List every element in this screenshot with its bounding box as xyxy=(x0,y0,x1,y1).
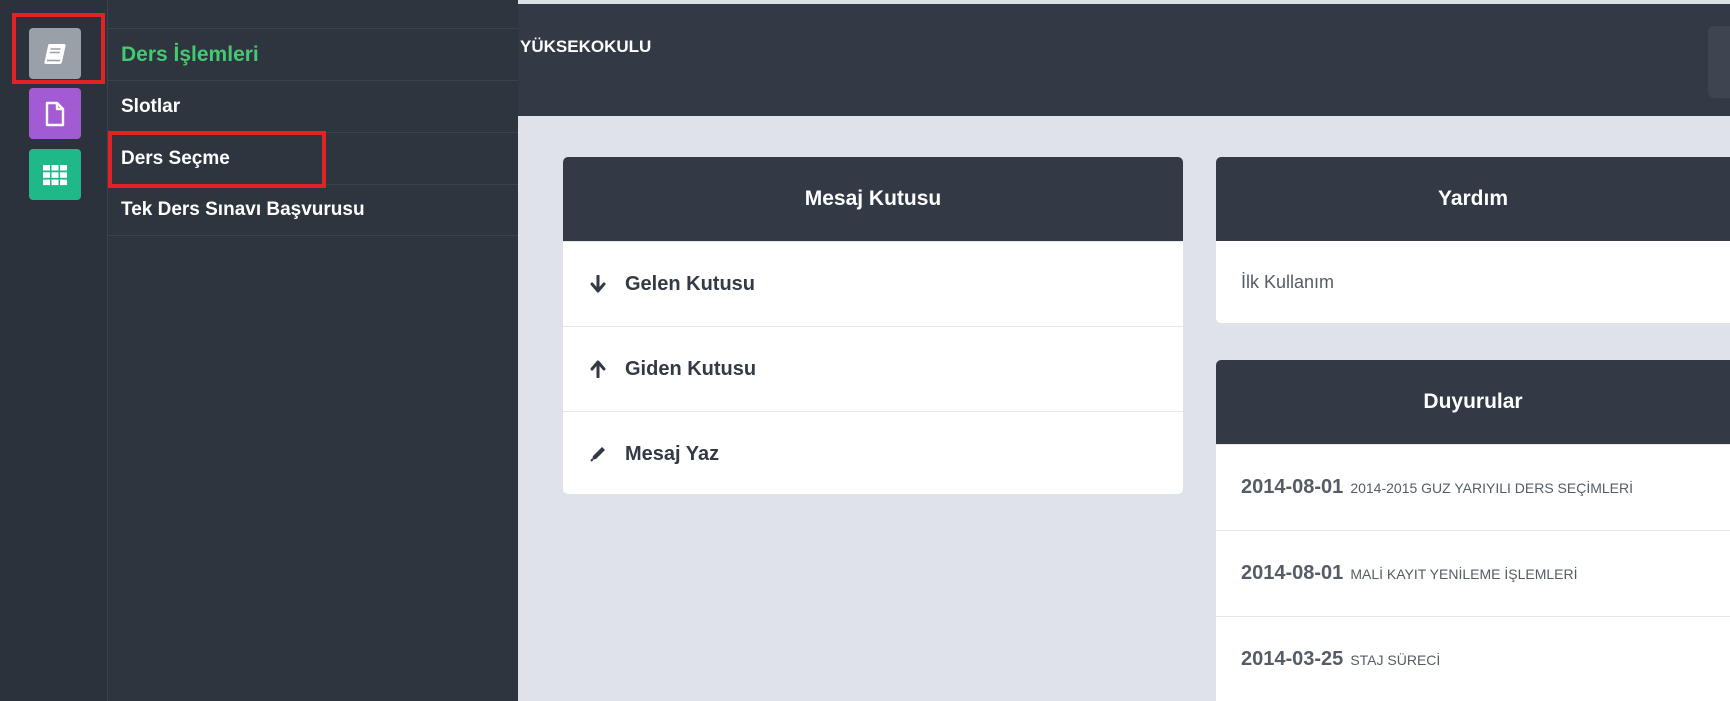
announcement-text: STAJ SÜRECİ xyxy=(1350,651,1441,668)
rail-button-courses[interactable] xyxy=(29,28,81,79)
announcement-item[interactable]: 2014-08-01 MALİ KAYIT YENİLEME İŞLEMLERİ xyxy=(1216,530,1730,616)
mail-item-label: Gelen Kutusu xyxy=(625,272,756,295)
grid-icon xyxy=(42,164,68,186)
menu-item-slotlar[interactable]: Slotlar xyxy=(108,80,518,132)
menu-item-label: Ders Seçme xyxy=(121,147,230,169)
announcement-item[interactable]: 2014-03-25 STAJ SÜRECİ xyxy=(1216,616,1730,701)
arrow-down-icon xyxy=(587,275,609,293)
help-title: Yardım xyxy=(1216,157,1730,241)
menu-item-ders-secme[interactable]: Ders Seçme xyxy=(108,132,518,184)
top-bar: YÜKSEKOKULU xyxy=(518,0,1730,116)
mail-item-compose[interactable]: Mesaj Yaz xyxy=(563,411,1183,494)
mailbox-panel: Mesaj Kutusu Gelen Kutusu Giden Kutusu M… xyxy=(563,157,1183,494)
menu-item-label: Ders İşlemleri xyxy=(121,42,259,66)
header-button[interactable] xyxy=(1708,26,1730,98)
arrow-up-icon xyxy=(587,360,609,378)
help-item-label: İlk Kullanım xyxy=(1241,271,1335,292)
document-icon xyxy=(43,100,67,128)
book-icon xyxy=(41,40,69,68)
announcement-text: 2014-2015 GUZ YARIYILI DERS SEÇİMLERİ xyxy=(1350,479,1634,496)
menu-item-ders-islemleri[interactable]: Ders İşlemleri xyxy=(108,28,518,80)
menu-item-label: Slotlar xyxy=(121,95,181,117)
mail-item-label: Giden Kutusu xyxy=(625,357,757,380)
content-area: Mesaj Kutusu Gelen Kutusu Giden Kutusu M… xyxy=(518,116,1730,701)
menu-item-label: Tek Ders Sınavı Başvurusu xyxy=(121,199,365,220)
rail-button-documents[interactable] xyxy=(29,88,81,139)
pencil-icon xyxy=(587,445,609,463)
help-panel: Yardım İlk Kullanım xyxy=(1216,157,1730,323)
announcement-date: 2014-08-01 xyxy=(1241,562,1344,584)
menu-item-tek-ders-sinavi[interactable]: Tek Ders Sınavı Başvurusu xyxy=(108,184,518,236)
page-title: YÜKSEKOKULU xyxy=(520,37,652,56)
mail-item-label: Mesaj Yaz xyxy=(625,442,720,465)
announcement-date: 2014-08-01 xyxy=(1241,476,1344,498)
announcement-date: 2014-03-25 xyxy=(1241,648,1344,670)
icon-rail xyxy=(0,0,108,701)
announcement-item[interactable]: 2014-08-01 2014-2015 GUZ YARIYILI DERS S… xyxy=(1216,444,1730,530)
announcements-title: Duyurular xyxy=(1216,360,1730,444)
side-menu: Ders İşlemleri Slotlar Ders Seçme Tek De… xyxy=(108,0,518,701)
announcement-text: MALİ KAYIT YENİLEME İŞLEMLERİ xyxy=(1350,565,1578,582)
rail-button-grid[interactable] xyxy=(29,149,81,200)
mail-item-outbox[interactable]: Giden Kutusu xyxy=(563,326,1183,411)
help-item-first-use[interactable]: İlk Kullanım xyxy=(1216,241,1730,323)
mailbox-title: Mesaj Kutusu xyxy=(563,157,1183,241)
announcements-panel: Duyurular 2014-08-01 2014-2015 GUZ YARIY… xyxy=(1216,360,1730,701)
mail-item-inbox[interactable]: Gelen Kutusu xyxy=(563,241,1183,326)
